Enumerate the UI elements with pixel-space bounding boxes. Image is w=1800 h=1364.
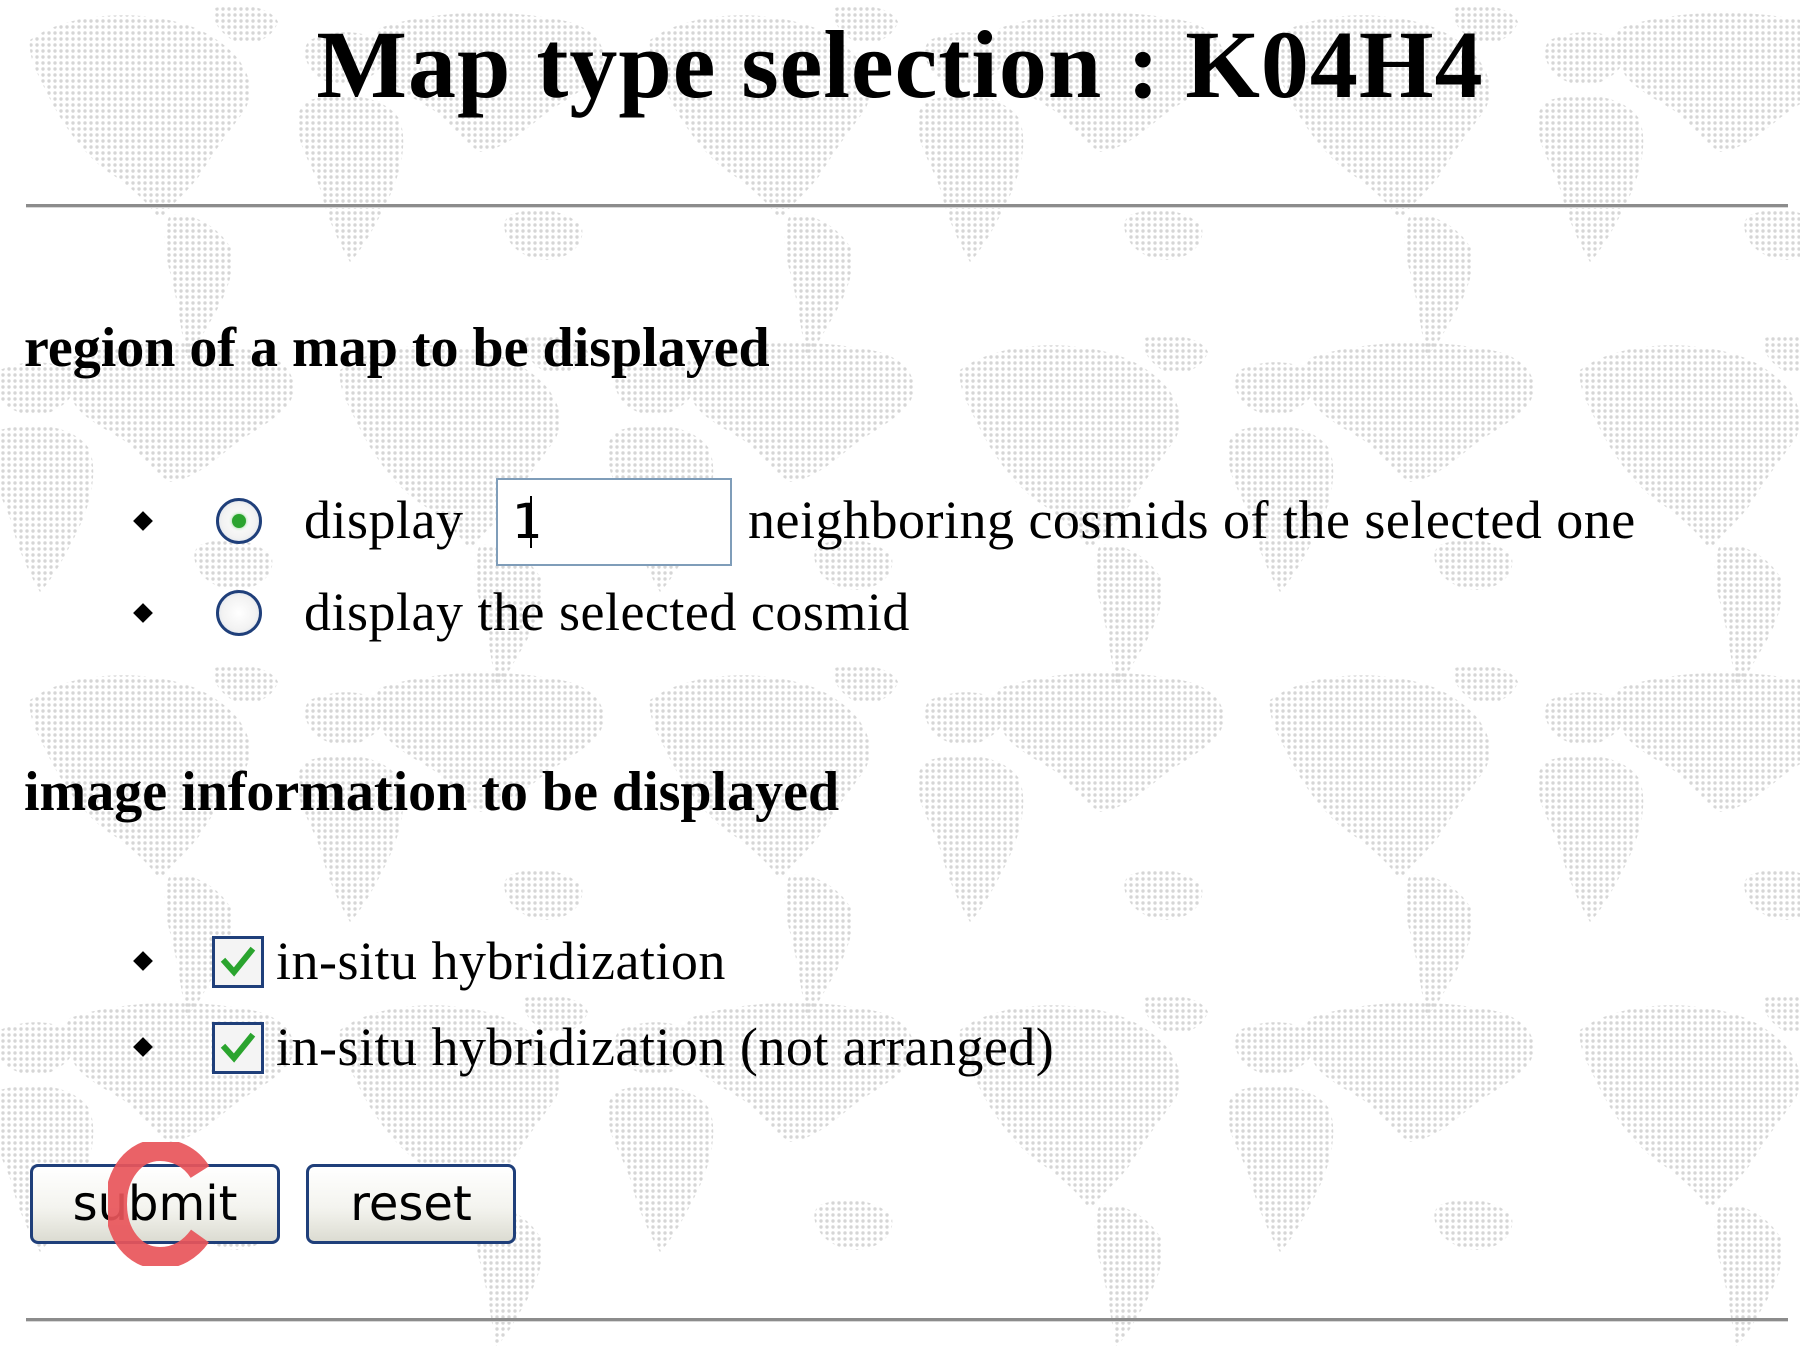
bullet-icon — [133, 511, 153, 531]
checkmark-icon — [220, 1032, 256, 1063]
bottom-divider — [26, 1318, 1788, 1322]
reset-button[interactable]: reset — [306, 1164, 516, 1244]
checkmark-icon — [220, 946, 256, 977]
image-section-heading: image information to be displayed — [24, 761, 840, 823]
bullet-icon — [133, 951, 153, 971]
image-options-list: in-situ hybridization in-situ hybridizat… — [0, 918, 1800, 1090]
insitu-not-arranged-label: in-situ hybridization (not arranged) — [276, 1017, 1055, 1077]
insitu-label: in-situ hybridization — [276, 931, 726, 991]
insitu-checkbox[interactable] — [212, 936, 264, 988]
text-caret — [530, 496, 532, 548]
region-options-list: display neighboring cosmids of the selec… — [0, 474, 1800, 658]
neighbors-radio[interactable] — [216, 498, 262, 544]
region-section-heading: region of a map to be displayed — [24, 317, 770, 379]
image-option-insitu-not-arranged: in-situ hybridization (not arranged) — [0, 1004, 1800, 1090]
selected-cosmid-label: display the selected cosmid — [304, 582, 910, 642]
insitu-not-arranged-checkbox[interactable] — [212, 1022, 264, 1074]
map-type-form-page: Map type selection : K04H4 region of a m… — [0, 0, 1800, 1364]
top-divider — [26, 204, 1788, 208]
region-option-selected: display the selected cosmid — [0, 566, 1800, 658]
bullet-icon — [133, 603, 153, 623]
region-option-neighbors: display neighboring cosmids of the selec… — [0, 474, 1800, 566]
display-prefix-label: display — [304, 490, 464, 550]
bullet-icon — [133, 1037, 153, 1057]
neighbors-suffix-label: neighboring cosmids of the selected one — [748, 490, 1636, 550]
page-title: Map type selection : K04H4 — [316, 11, 1484, 118]
submit-button[interactable]: submit — [30, 1164, 280, 1244]
selected-cosmid-radio[interactable] — [216, 590, 262, 636]
image-option-insitu: in-situ hybridization — [0, 918, 1800, 1004]
